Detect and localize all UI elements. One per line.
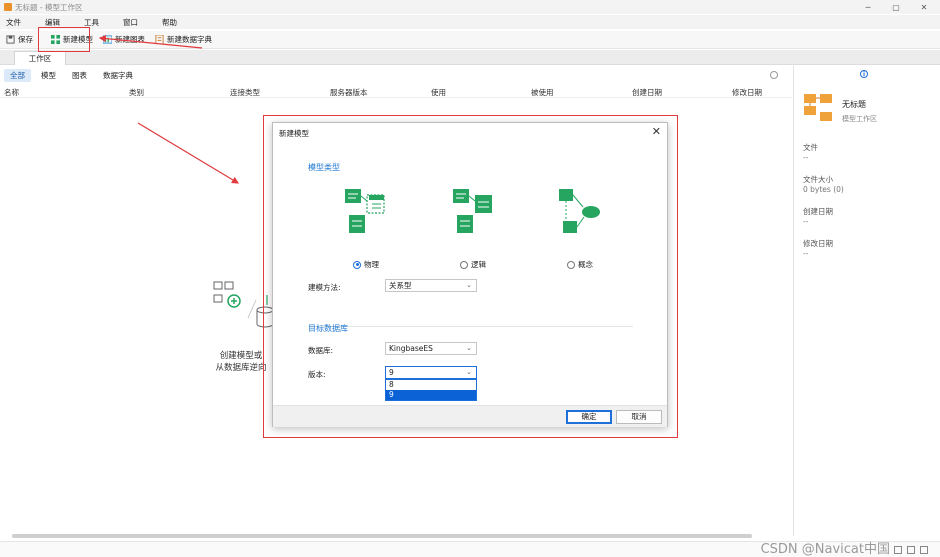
workspace-subtitle: 模型工作区: [842, 115, 877, 123]
file-size-value: 0 bytes (0): [803, 185, 844, 194]
app-logo-icon: [4, 3, 12, 11]
search-icon[interactable]: [770, 71, 778, 79]
column-category[interactable]: 类别: [129, 87, 144, 98]
save-icon: [6, 35, 15, 44]
list-view-icon[interactable]: [894, 546, 902, 554]
column-name[interactable]: 名称: [4, 87, 19, 98]
toolbar: 保存 新建模型 新建图表 新建数据字典: [0, 31, 940, 49]
column-modified-date[interactable]: 修改日期: [732, 87, 762, 98]
info-side-panel: i 无标题 模型工作区 文件 -- 文件大小 0 bytes (0) 创建日期 …: [793, 66, 940, 536]
watermark: CSDN @Navicat中国: [760, 542, 890, 557]
new-chart-icon: [103, 35, 112, 44]
file-size-label: 文件大小: [803, 175, 833, 184]
column-connection-type[interactable]: 连接类型: [230, 87, 260, 98]
horizontal-scrollbar[interactable]: [12, 534, 752, 538]
highlight-dialog: [263, 115, 678, 438]
workspace-tab-strip: 工作区: [0, 50, 940, 65]
menu-file[interactable]: 文件: [0, 17, 27, 28]
window-title: 无标题 - 模型工作区: [15, 2, 83, 12]
menu-tools[interactable]: 工具: [78, 17, 105, 28]
new-chart-button[interactable]: 新建图表: [99, 32, 149, 48]
filter-chart[interactable]: 图表: [66, 69, 93, 82]
column-uses[interactable]: 使用: [431, 87, 446, 98]
file-value: --: [803, 153, 809, 162]
filter-bar: 全部 模型 图表 数据字典: [0, 66, 792, 84]
title-bar: 无标题 - 模型工作区 ─ ▢ ✕: [0, 0, 940, 14]
save-button[interactable]: 保存: [2, 32, 37, 48]
filter-data-dictionary[interactable]: 数据字典: [97, 69, 139, 82]
model-workspace-icon: [804, 94, 832, 121]
menu-edit[interactable]: 编辑: [39, 17, 66, 28]
info-icon[interactable]: i: [860, 70, 868, 78]
column-headers: 名称 类别 连接类型 服务器版本 使用 被使用 创建日期 修改日期: [0, 86, 792, 98]
filter-all[interactable]: 全部: [4, 68, 31, 82]
new-chart-label: 新建图表: [115, 35, 145, 44]
status-bar: CSDN @Navicat中国: [0, 541, 940, 557]
modified-date-label: 修改日期: [803, 239, 833, 248]
maximize-icon[interactable]: ▢: [882, 0, 910, 14]
grid-view-icon[interactable]: [920, 546, 928, 554]
tab-workspace[interactable]: 工作区: [14, 51, 66, 65]
created-date-value: --: [803, 217, 809, 226]
highlight-new-model-button: [38, 27, 90, 52]
column-created-date[interactable]: 创建日期: [632, 87, 662, 98]
modified-date-value: --: [803, 249, 809, 258]
detail-view-icon[interactable]: [907, 546, 915, 554]
save-label: 保存: [18, 35, 33, 44]
column-used-by[interactable]: 被使用: [531, 87, 554, 98]
data-dictionary-icon: [155, 35, 164, 44]
workspace-name: 无标题: [842, 100, 866, 109]
column-server-version[interactable]: 服务器版本: [330, 87, 368, 98]
menu-window[interactable]: 窗口: [117, 17, 144, 28]
new-data-dictionary-label: 新建数据字典: [167, 35, 212, 44]
created-date-label: 创建日期: [803, 207, 833, 216]
new-data-dictionary-button[interactable]: 新建数据字典: [151, 32, 216, 48]
menu-bar: 文件 编辑 工具 窗口 帮助: [0, 15, 940, 29]
minimize-icon[interactable]: ─: [854, 0, 882, 14]
menu-help[interactable]: 帮助: [156, 17, 183, 28]
file-label: 文件: [803, 143, 818, 152]
filter-model[interactable]: 模型: [35, 69, 62, 82]
close-window-icon[interactable]: ✕: [910, 0, 938, 14]
